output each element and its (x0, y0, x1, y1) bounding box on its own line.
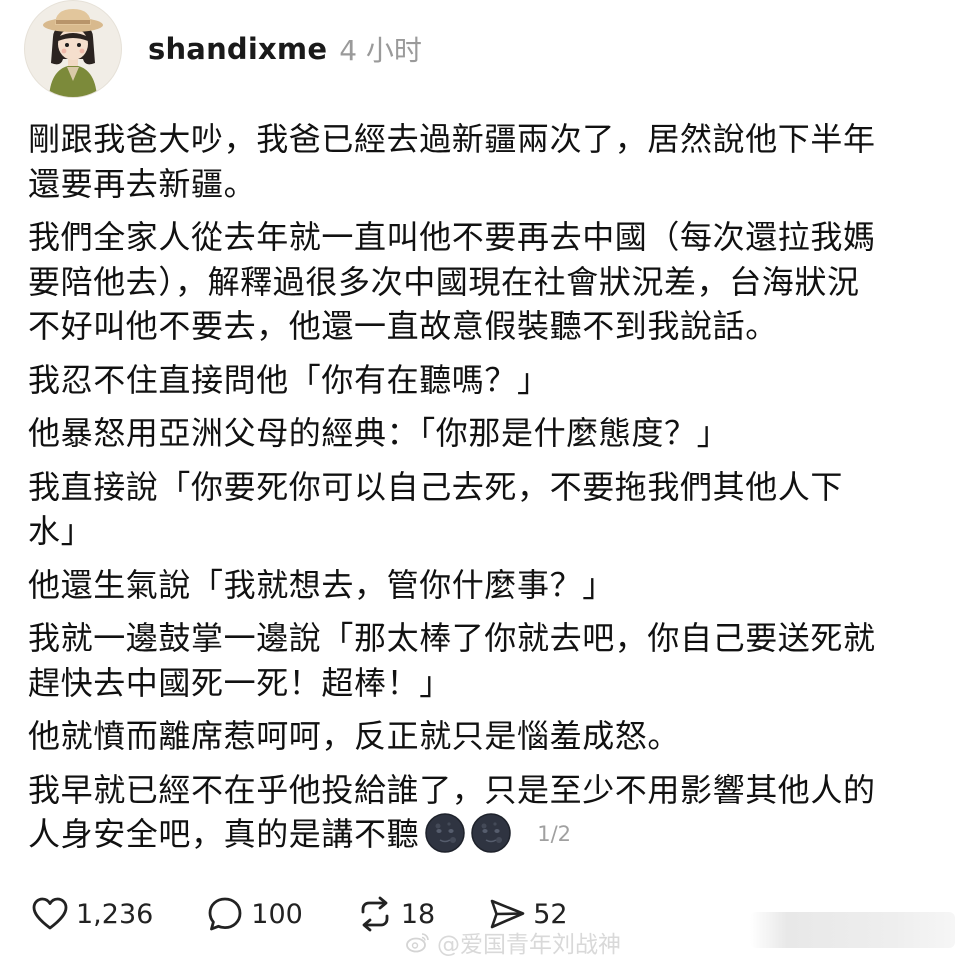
comment-count: 100 (251, 898, 303, 930)
comment-bubble-icon (208, 897, 242, 931)
new-moon-face-icon (471, 813, 511, 853)
username[interactable]: shandixme (148, 32, 327, 66)
post-header: shandixme 4 小时 (24, 0, 422, 98)
post-paragraph: 我就一邊鼓掌一邊說「那太棒了你就去吧，你自己要送死就 趕快去中國死一死！超棒！」 (28, 619, 876, 702)
like-count: 1,236 (76, 898, 154, 930)
repost-icon (361, 896, 389, 932)
post-paragraph: 我忍不住直接問他「你有在聽嗎？」 (28, 360, 550, 399)
blurred-region (750, 912, 955, 948)
post-paragraph: 我直接說「你要死你可以自己去死，不要拖我們其他人下 水」 (28, 467, 844, 551)
new-moon-face-icon (425, 813, 465, 853)
page-indicator: 1/2 (537, 821, 571, 846)
post-paragraph: 他還生氣說「我就想去，管你什麼事？」 (28, 565, 615, 604)
post-paragraph: 他就憤而離席惹呵呵，反正就只是惱羞成怒。 (28, 717, 681, 755)
watermark-text: @爱国青年刘战神 (437, 932, 621, 958)
post-paragraph: 剛跟我爸大吵，我爸已經去過新疆兩次了，居然說他下半年 還要再去新疆。 (28, 120, 876, 203)
avatar-illustration-icon (43, 9, 103, 97)
comment-button[interactable]: 100 (205, 894, 303, 934)
like-button[interactable]: 1,236 (30, 894, 153, 934)
avatar[interactable] (24, 0, 122, 98)
post-body: 剛跟我爸大吵，我爸已經去過新疆兩次了，居然說他下半年 還要再去新疆。 我們全家人… (28, 117, 938, 867)
post-timestamp: 4 小时 (339, 34, 422, 67)
post-paragraph-last: 我早就已經不在乎他投給誰了，只是至少不用影響其他人的 人身安全吧，真的是講不聽 1… (28, 768, 938, 859)
post-paragraph: 我們全家人從去年就一直叫他不要再去中國（每次還拉我媽 要陪他去），解釋過很多次中… (28, 218, 876, 345)
weibo-logo-icon (406, 933, 429, 953)
heart-icon (32, 897, 68, 930)
post-paragraph: 他暴怒用亞洲父母的經典：「你那是什麼態度？」 (28, 414, 730, 452)
watermark: @爱国青年刘战神 (405, 925, 621, 959)
